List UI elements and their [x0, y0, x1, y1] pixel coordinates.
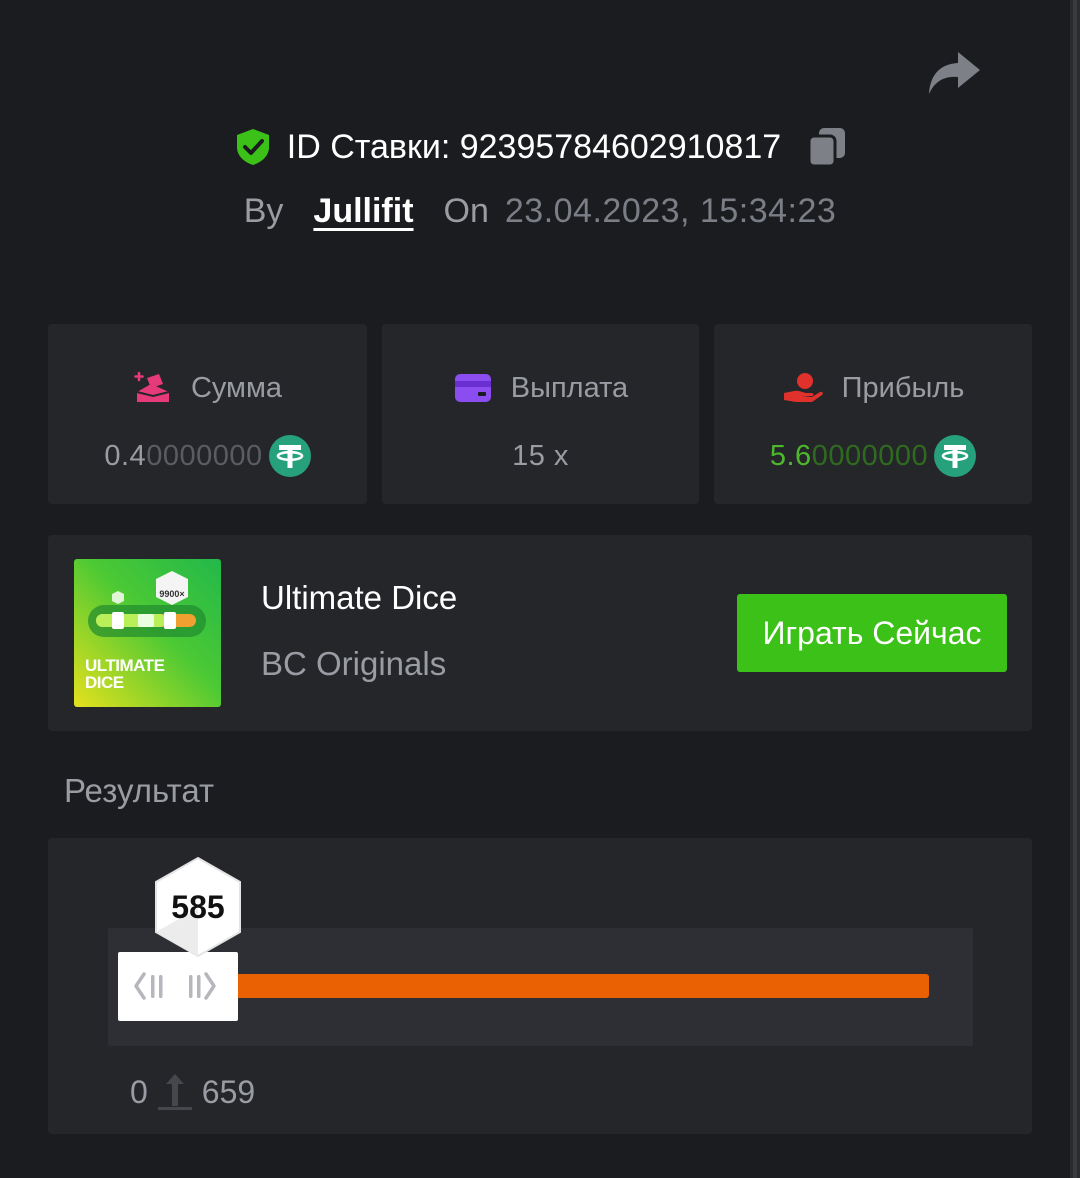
- play-now-button[interactable]: Играть Сейчас: [737, 594, 1007, 672]
- game-provider: BC Originals: [261, 645, 447, 682]
- range-from: 0: [130, 1073, 148, 1110]
- bet-datetime: 23.04.2023, 15:34:23: [504, 191, 837, 230]
- result-range: 0 659: [130, 1070, 255, 1114]
- bet-meta-row: By Jullifit On 23.04.2023, 15:34:23: [0, 186, 1080, 236]
- result-value: 585: [171, 888, 225, 925]
- usdt-icon: [934, 435, 977, 477]
- stat-label-payout: Выплата: [510, 371, 629, 404]
- stat-card-amount: Сумма 0.40000000: [48, 324, 367, 504]
- shield-check-icon: [236, 129, 269, 165]
- scrollbar[interactable]: [1070, 0, 1080, 1178]
- slider-handle[interactable]: [118, 952, 238, 1021]
- bet-id-row: ID Ставки: 923957846029​10817: [0, 122, 1080, 172]
- by-label: By: [243, 191, 284, 230]
- username-link[interactable]: Jullifit: [313, 192, 413, 231]
- game-title[interactable]: Ultimate Dice: [261, 579, 457, 617]
- bet-id-text: ID Ставки: 923957846029​10817: [286, 127, 782, 166]
- on-label: On: [443, 191, 489, 230]
- stat-label-amount: Сумма: [190, 371, 283, 404]
- game-thumbnail[interactable]: 9900× ULTIMATE DICE: [74, 559, 221, 707]
- range-to: 659: [201, 1073, 256, 1110]
- bet-amount-icon: [134, 371, 170, 402]
- thumb-title-line2: DICE: [85, 673, 124, 692]
- stat-label-profit: Прибыль: [841, 371, 965, 404]
- copy-icon[interactable]: [807, 126, 847, 168]
- share-arrow-icon[interactable]: [924, 48, 982, 100]
- payout-value: 15 x: [512, 439, 569, 472]
- profit-hand-icon: [783, 373, 823, 402]
- thumb-multiplier: 9900×: [159, 589, 184, 599]
- stat-card-profit: Прибыль 5.60000000: [714, 324, 1032, 504]
- slider-fill: [226, 974, 929, 998]
- stat-card-payout: Выплата 15 x: [382, 324, 699, 504]
- arrow-up-icon: [157, 1074, 192, 1110]
- result-label: Результат: [64, 772, 215, 809]
- result-card: 585 0 659: [48, 838, 1032, 1134]
- amount-value: 0.4: [104, 439, 147, 472]
- amount-value-decimals: 0000000: [146, 439, 263, 472]
- game-card: 9900× ULTIMATE DICE Ultimate Dice BC Ori…: [48, 535, 1032, 731]
- card-icon: [454, 374, 491, 402]
- profit-value: 5.6: [769, 439, 812, 472]
- profit-value-decimals: 0000000: [811, 439, 929, 472]
- usdt-icon: [268, 435, 311, 477]
